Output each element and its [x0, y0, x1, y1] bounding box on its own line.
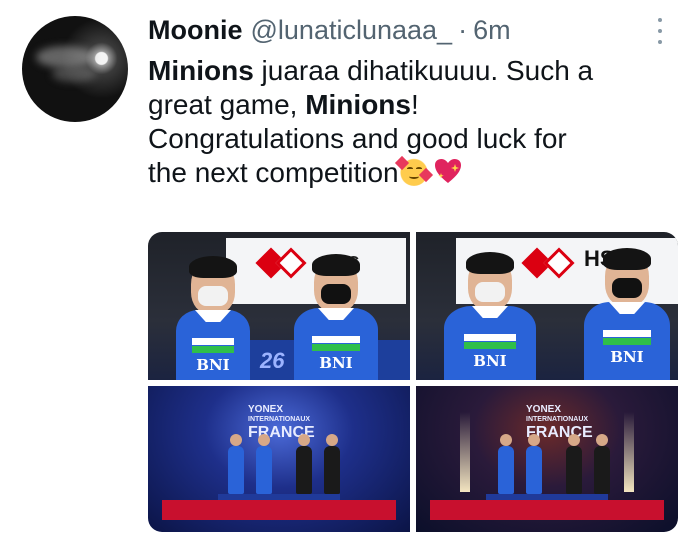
player-figure: BNI	[444, 252, 536, 380]
jersey-sponsor: BNI	[610, 348, 644, 366]
avatar-cloud	[52, 66, 96, 82]
athlete-figure	[324, 434, 340, 494]
tweet-line: the next competition	[148, 156, 678, 190]
sparkling-heart-icon	[433, 156, 463, 186]
athlete-figure	[256, 434, 272, 494]
event-logo-text: INTERNATIONAUX	[248, 416, 311, 423]
banner-text: 26	[260, 348, 285, 373]
tweet-text: Minions juaraa dihatikuuuu. Such a great…	[148, 54, 678, 190]
jersey-sponsor: BNI	[473, 352, 507, 370]
tweet-text-fragment: great game,	[148, 89, 306, 120]
event-logo-text: YONEX	[526, 404, 562, 415]
player-figure: BNI	[294, 254, 378, 380]
jersey-sponsor: BNI	[319, 354, 353, 372]
athlete-figure	[498, 434, 514, 494]
avatar-cloud	[36, 46, 94, 68]
athlete-figure	[526, 434, 542, 494]
media-photo-2[interactable]: HS BNI BNI	[416, 232, 678, 380]
jersey-sponsor: BNI	[196, 356, 230, 374]
display-name[interactable]: Moonie	[148, 15, 243, 46]
timestamp[interactable]: 6m	[473, 15, 511, 46]
media-photo-3[interactable]: YONEX INTERNATIONAUX FRANCE	[148, 386, 410, 532]
event-logo-text: YONEX	[248, 404, 284, 415]
media-photo-4[interactable]: YONEX INTERNATIONAUX FRANCE	[416, 386, 678, 532]
tweet-text-fragment: juaraa dihatikuuuu. Such a	[253, 55, 594, 86]
stage-firework	[460, 412, 470, 492]
tweet-line: Minions juaraa dihatikuuuu. Such a	[148, 54, 678, 88]
athlete-figure	[594, 434, 610, 494]
athlete-figure	[566, 434, 582, 494]
athlete-figure	[228, 434, 244, 494]
media-photo-1[interactable]: BC 26 BNI BNI	[148, 232, 410, 380]
player-figure: BNI	[584, 248, 670, 380]
stage-firework	[624, 412, 634, 492]
avatar[interactable]	[22, 16, 128, 122]
mention-text: Minions	[148, 55, 254, 86]
athlete-figure	[296, 434, 312, 494]
tweet-media-grid: BC 26 BNI BNI HS BNI BNI YON	[148, 232, 678, 532]
tweet-line: great game, Minions!	[148, 88, 678, 122]
podium-banner	[162, 500, 396, 520]
tweet-line: Congratulations and good luck for	[148, 123, 567, 154]
mention-text: Minions	[305, 89, 411, 120]
tweet-header: Moonie @lunaticlunaaa_ · 6m	[148, 12, 511, 48]
separator-dot: ·	[458, 14, 468, 45]
podium-banner	[430, 500, 664, 520]
player-figure: BNI	[176, 256, 250, 380]
smiling-face-with-hearts-icon	[398, 156, 429, 186]
tweet-text-fragment: !	[410, 89, 419, 120]
user-handle[interactable]: @lunaticlunaaa_	[251, 15, 453, 46]
more-options-icon[interactable]	[652, 18, 668, 44]
tweet-text-fragment: the next competition	[148, 157, 399, 188]
event-logo-text: INTERNATIONAUX	[526, 416, 589, 423]
